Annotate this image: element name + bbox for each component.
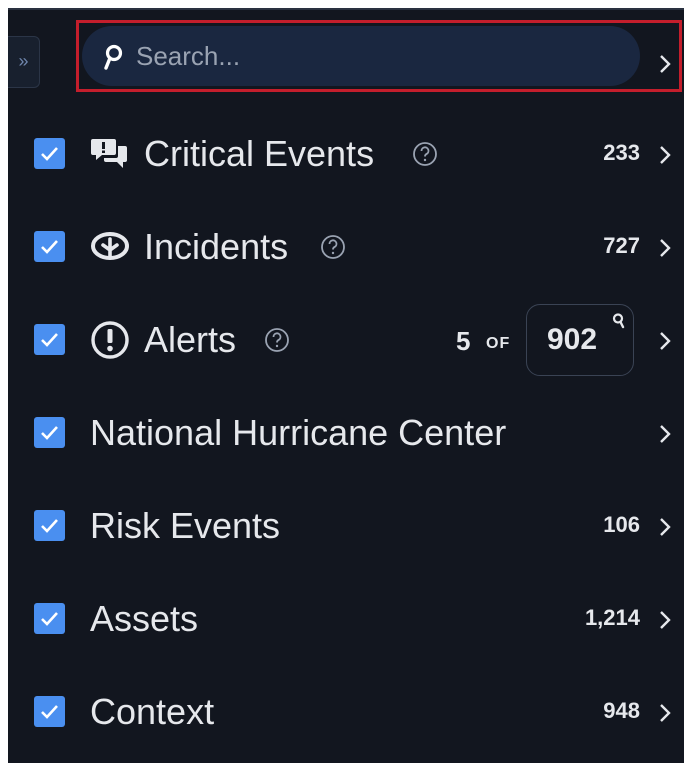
layers-panel: » Critical Events 233 (8, 8, 684, 763)
expand-sidebar-button[interactable]: » (8, 36, 40, 88)
layer-count: 948 (603, 698, 640, 723)
panel-top-border (8, 8, 684, 10)
risk-events-checkbox[interactable] (34, 510, 65, 541)
chevron-right-icon[interactable] (658, 144, 672, 166)
layer-label: Alerts (144, 319, 237, 360)
layer-count: 106 (603, 512, 640, 537)
help-icon[interactable] (264, 327, 290, 353)
context-checkbox[interactable] (34, 696, 65, 727)
chevron-right-icon[interactable] (658, 702, 672, 724)
layer-row-alerts[interactable]: Alerts 5 OF 902 (8, 294, 684, 386)
critical-events-checkbox[interactable] (34, 138, 65, 169)
alerts-of-label: OF (486, 335, 511, 352)
chevron-right-icon[interactable] (658, 609, 672, 631)
layer-label: Incidents (144, 226, 289, 267)
search-input[interactable] (136, 39, 616, 73)
layer-label: Assets (90, 598, 199, 639)
layer-row-context[interactable]: Context 948 (8, 666, 684, 758)
help-icon[interactable] (320, 234, 346, 260)
alerts-total-search-button[interactable]: 902 (526, 304, 634, 376)
chevron-right-icon[interactable] (658, 423, 672, 445)
search-icon (612, 313, 625, 329)
layer-row-incidents[interactable]: Incidents 727 (8, 201, 684, 293)
layer-row-critical-events[interactable]: Critical Events 233 (8, 108, 684, 200)
alerts-total-count: 902 (547, 323, 598, 356)
layer-row-national-hurricane-center[interactable]: National Hurricane Center (8, 387, 684, 479)
layer-row-assets[interactable]: Assets 1,214 (8, 573, 684, 665)
chevron-right-icon[interactable] (658, 237, 672, 259)
alerts-checkbox[interactable] (34, 324, 65, 355)
layer-count: 727 (603, 233, 640, 258)
layer-count: 233 (603, 140, 640, 165)
chat-alert-icon (91, 139, 127, 168)
chevron-right-icon[interactable] (658, 516, 672, 538)
chevron-right-icon[interactable] (658, 330, 672, 352)
layer-label: Context (90, 691, 215, 732)
layer-label: Risk Events (90, 505, 281, 546)
layer-label: National Hurricane Center (90, 412, 507, 453)
layer-label: Critical Events (144, 133, 375, 174)
search-icon (104, 44, 123, 70)
help-icon[interactable] (412, 141, 438, 167)
search-chevron-right-icon[interactable] (658, 53, 672, 75)
national-hurricane-center-checkbox[interactable] (34, 417, 65, 448)
alerts-shown-count: 5 (456, 326, 471, 356)
incident-icon (91, 232, 129, 260)
assets-checkbox[interactable] (34, 603, 65, 634)
layer-row-risk-events[interactable]: Risk Events 106 (8, 480, 684, 572)
incidents-checkbox[interactable] (34, 231, 65, 262)
exclamation-circle-icon (91, 321, 129, 359)
layer-count: 1,214 (584, 605, 640, 630)
